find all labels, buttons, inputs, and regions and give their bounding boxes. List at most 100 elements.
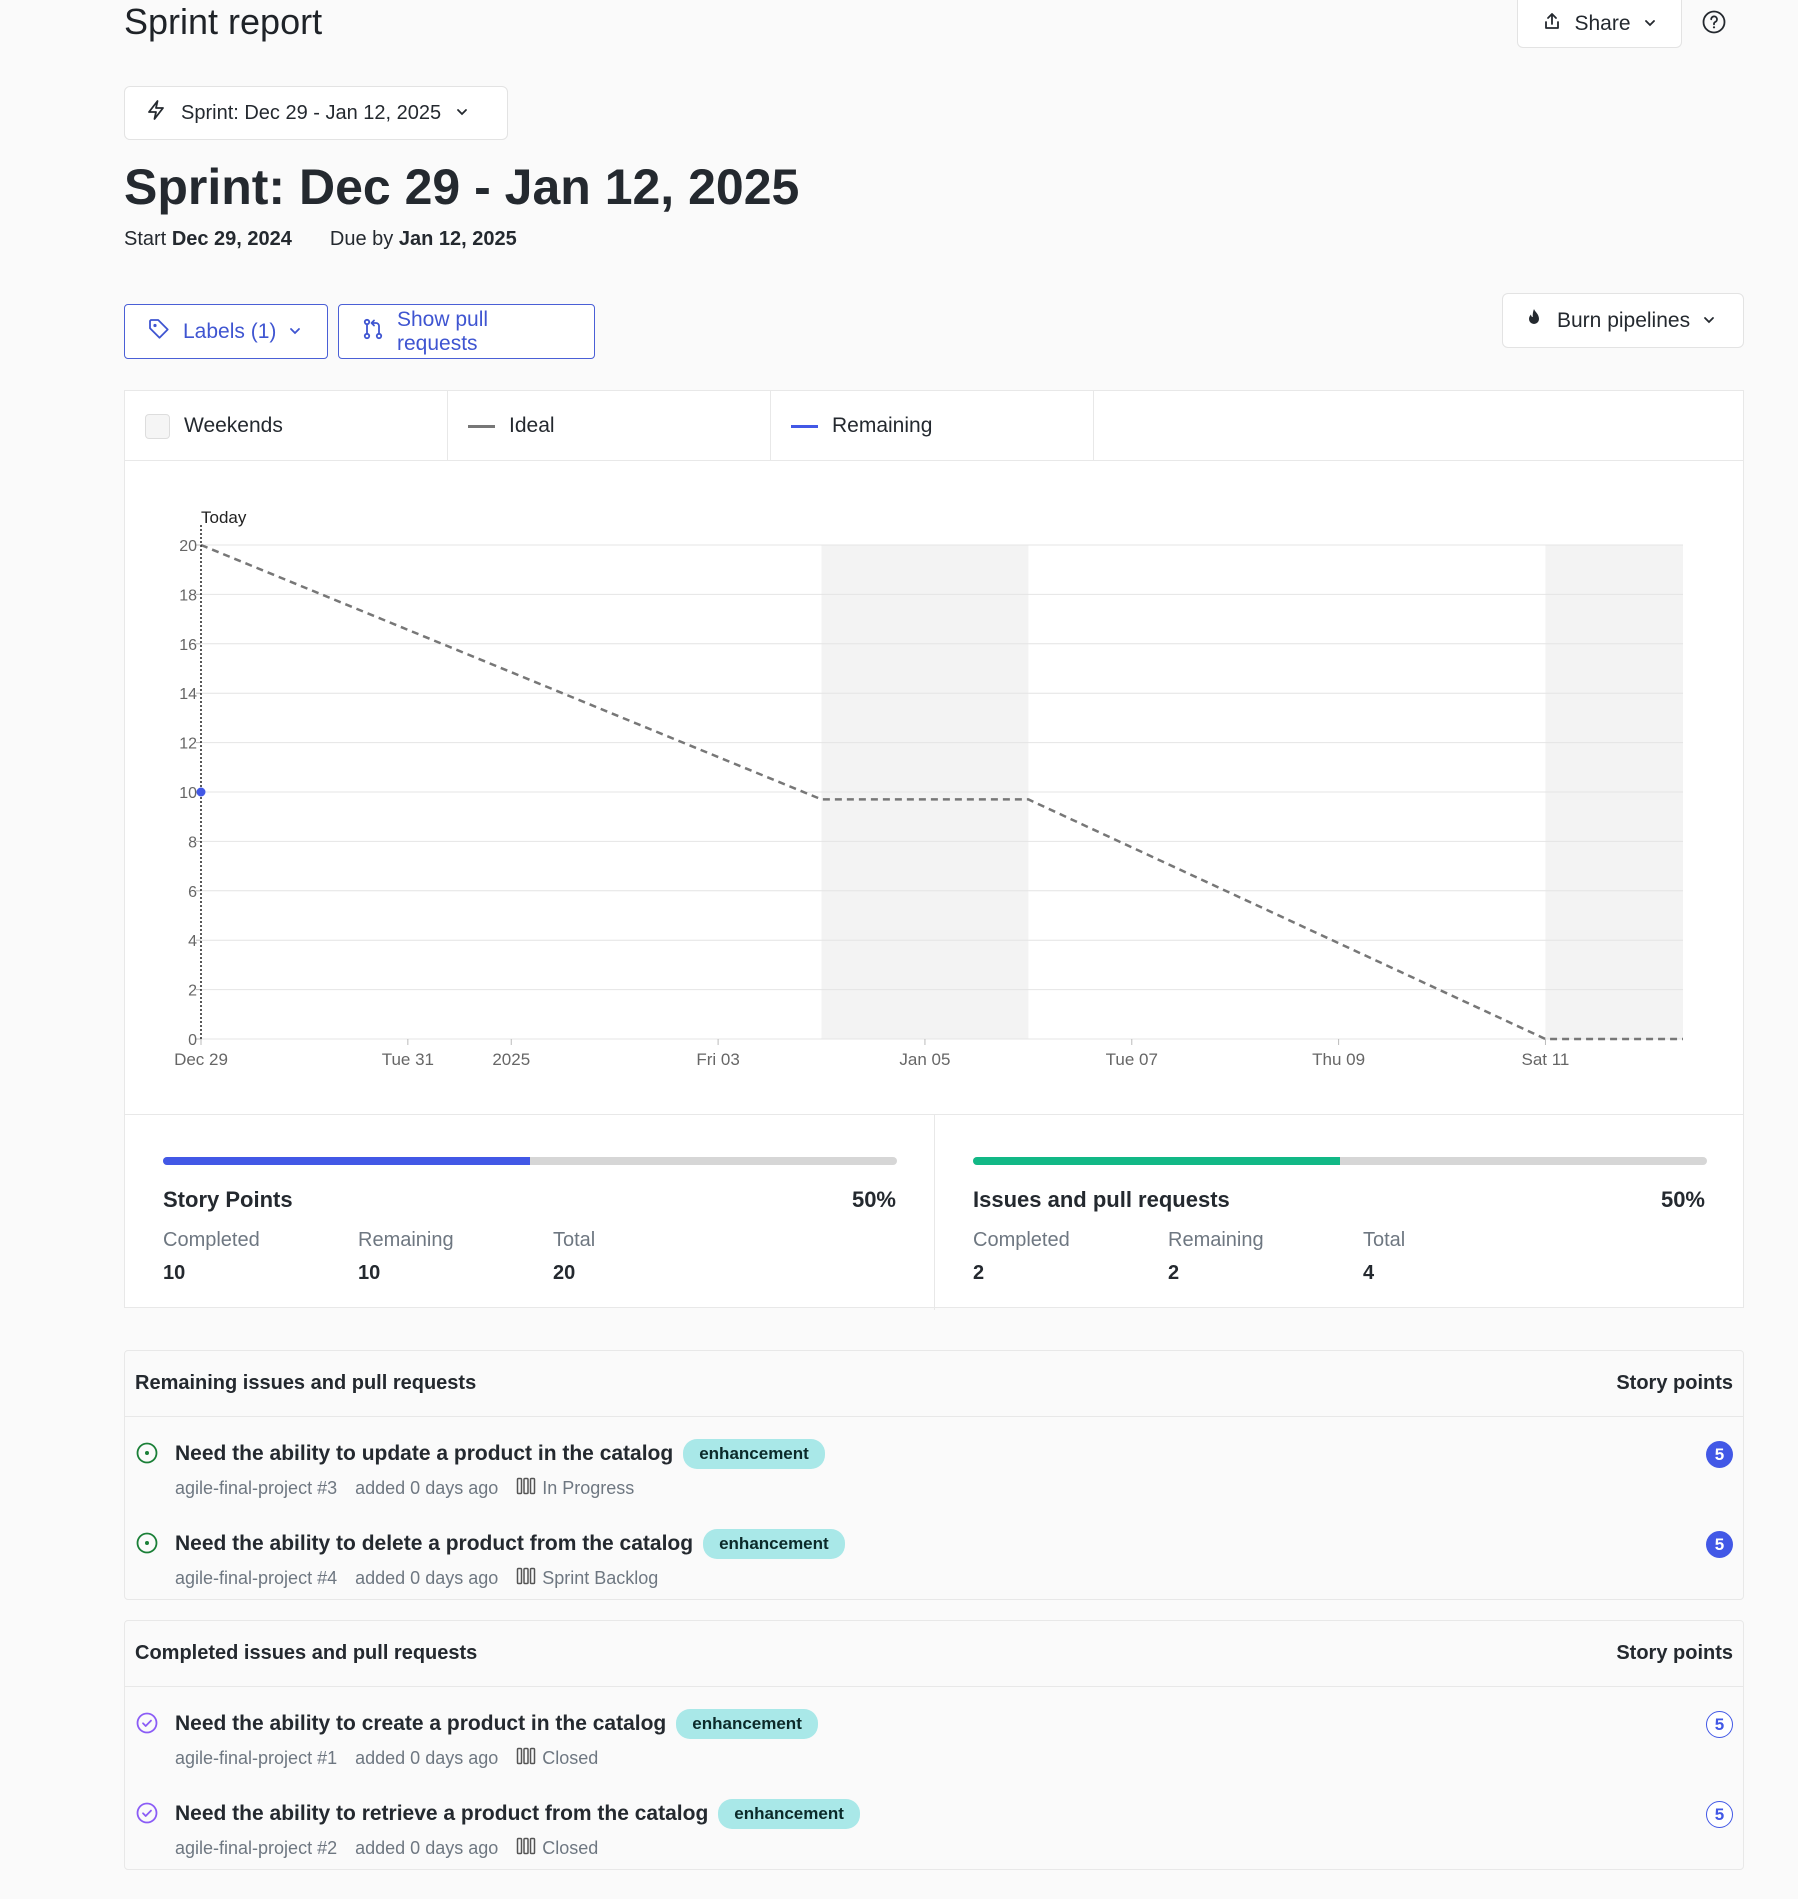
completed-label: Completed [163, 1229, 260, 1251]
issue-title[interactable]: Need the ability to delete a product fro… [175, 1532, 693, 1556]
issue-number: #1 [317, 1748, 338, 1768]
remaining-issues-list: Remaining issues and pull requests Story… [124, 1350, 1744, 1600]
issue-added: added 0 days ago [355, 1838, 499, 1858]
remaining-value: 2 [1168, 1262, 1180, 1284]
issue-repo: agile-final-project #4 [175, 1568, 337, 1589]
due-date-value: Jan 12, 2025 [398, 228, 517, 250]
completed-value: 10 [163, 1262, 186, 1284]
story-points-header: Story points [1616, 1372, 1733, 1394]
remaining-label: Remaining [358, 1229, 454, 1251]
columns-icon [516, 1567, 536, 1590]
start-date-value: Dec 29, 2024 [171, 228, 292, 250]
issue-meta: agile-final-project #2 added 0 days ago Cl… [175, 1837, 598, 1860]
issue-meta: agile-final-project #4 added 0 days ago Sp… [175, 1567, 658, 1590]
issue-number: #2 [317, 1838, 338, 1858]
sprint-heading: Sprint: Dec 29 - Jan 12, 2025 [124, 159, 800, 215]
y-tick-label: 20 [179, 538, 197, 555]
remaining-list-header: Remaining issues and pull requests Story… [125, 1351, 1743, 1417]
page-title: Sprint report [124, 1, 323, 42]
legend-weekends[interactable]: Weekends [125, 391, 448, 461]
list-item[interactable]: Need the ability to update a product in … [125, 1417, 1743, 1507]
legend-ideal[interactable]: Ideal [448, 391, 771, 461]
repo-name: agile-final-project [175, 1748, 313, 1768]
weekends-checkbox[interactable] [145, 413, 170, 439]
burn-pipelines-button[interactable]: Burn pipelines [1502, 293, 1744, 348]
share-button[interactable]: Share [1517, 0, 1682, 48]
issue-number: #3 [317, 1478, 338, 1498]
issues-progress-fill [973, 1157, 1340, 1165]
legend-remaining-label: Remaining [832, 414, 933, 437]
pipeline-name: In Progress [542, 1478, 635, 1498]
pipeline: Closed [516, 1837, 598, 1860]
list-item[interactable]: Need the ability to retrieve a product f… [125, 1777, 1743, 1867]
labels-filter-label: Labels (1) [183, 319, 277, 343]
issue-repo: agile-final-project #1 [175, 1748, 337, 1769]
y-tick-label: 8 [188, 834, 197, 851]
issue-title[interactable]: Need the ability to create a product in … [175, 1712, 666, 1736]
burndown-card: Weekends Ideal Remaining 0 2 4 6 8 10 12 14 16 18… [124, 390, 1744, 1310]
issue-closed-icon [135, 1801, 159, 1825]
total-label: Total [1363, 1229, 1406, 1251]
repo-name: agile-final-project [175, 1838, 313, 1858]
remaining-value: 10 [358, 1262, 381, 1284]
issue-title[interactable]: Need the ability to update a product in … [175, 1442, 673, 1466]
y-tick-label: 6 [188, 884, 197, 901]
help-icon[interactable] [1700, 8, 1728, 36]
issue-repo: agile-final-project #3 [175, 1478, 337, 1499]
remaining-line-swatch [791, 424, 818, 428]
x-tick-label: Jan 05 [899, 1050, 950, 1069]
label-badge[interactable]: enhancement [703, 1529, 845, 1559]
remaining-label: Remaining [1168, 1229, 1264, 1251]
completed-value: 2 [973, 1262, 985, 1284]
story-points-progress [163, 1157, 897, 1165]
issues-panel: Issues and pull requests 50% Completed 2 … [934, 1115, 1743, 1310]
issues-percent: 50% [1660, 1187, 1705, 1212]
story-points-percent: 50% [851, 1187, 896, 1212]
x-tick-label: 2025 [492, 1050, 530, 1069]
burn-pipelines-label: Burn pipelines [1557, 308, 1691, 332]
legend-remaining[interactable]: Remaining [771, 391, 1094, 461]
issue-open-icon [135, 1441, 159, 1465]
chart-legend: Weekends Ideal Remaining [125, 391, 1743, 461]
issue-added: added 0 days ago [355, 1748, 499, 1768]
total-value: 4 [1363, 1262, 1375, 1284]
tag-icon [147, 317, 171, 347]
sprint-selector[interactable]: Sprint: Dec 29 - Jan 12, 2025 [124, 86, 508, 140]
x-tick-label: Sat 11 [1522, 1050, 1570, 1069]
issue-title-row: Need the ability to delete a product fro… [175, 1529, 845, 1559]
issue-added: added 0 days ago [355, 1478, 499, 1498]
start-date: Start Dec 29, 2024 [124, 228, 292, 251]
story-points-header: Story points [1616, 1642, 1733, 1664]
completed-issues-list: Completed issues and pull requests Story… [124, 1620, 1744, 1870]
label-badge[interactable]: enhancement [718, 1799, 860, 1829]
issue-title-row: Need the ability to retrieve a product f… [175, 1799, 860, 1829]
list-item[interactable]: Need the ability to create a product in … [125, 1687, 1743, 1777]
x-tick-label: Thu 09 [1312, 1050, 1365, 1069]
ideal-line-swatch [468, 424, 495, 428]
issue-meta: agile-final-project #1 added 0 days ago Cl… [175, 1747, 598, 1770]
issue-open-icon [135, 1531, 159, 1555]
issue-repo: agile-final-project #2 [175, 1838, 337, 1859]
story-points-values: Completed 10 Remaining 10 Total 20 [163, 1229, 748, 1285]
share-label: Share [1574, 11, 1631, 35]
label-badge[interactable]: enhancement [683, 1439, 825, 1469]
pipeline: Sprint Backlog [516, 1567, 658, 1590]
total-label: Total [553, 1229, 596, 1251]
list-item[interactable]: Need the ability to delete a product fro… [125, 1507, 1743, 1597]
label-badge[interactable]: enhancement [676, 1709, 818, 1739]
due-label: Due by [329, 228, 394, 250]
story-points-badge: 5 [1706, 1441, 1733, 1468]
show-pull-requests-button[interactable]: Show pull requests [338, 304, 595, 359]
issues-title: Issues and pull requests [973, 1187, 1230, 1212]
labels-filter-button[interactable]: Labels (1) [124, 304, 328, 359]
pipeline-name: Closed [542, 1838, 599, 1858]
sprint-dates: Start Dec 29, 2024 Due by Jan 12, 2025 [124, 228, 517, 251]
issue-title[interactable]: Need the ability to retrieve a product f… [175, 1802, 708, 1826]
repo-name: agile-final-project [175, 1568, 313, 1588]
legend-ideal-label: Ideal [509, 414, 555, 437]
due-date: Due by Jan 12, 2025 [330, 228, 517, 251]
issue-number: #4 [317, 1568, 338, 1588]
chevron-down-icon [455, 102, 469, 125]
completed-list-header: Completed issues and pull requests Story… [125, 1621, 1743, 1687]
y-tick-label: 12 [179, 736, 197, 753]
